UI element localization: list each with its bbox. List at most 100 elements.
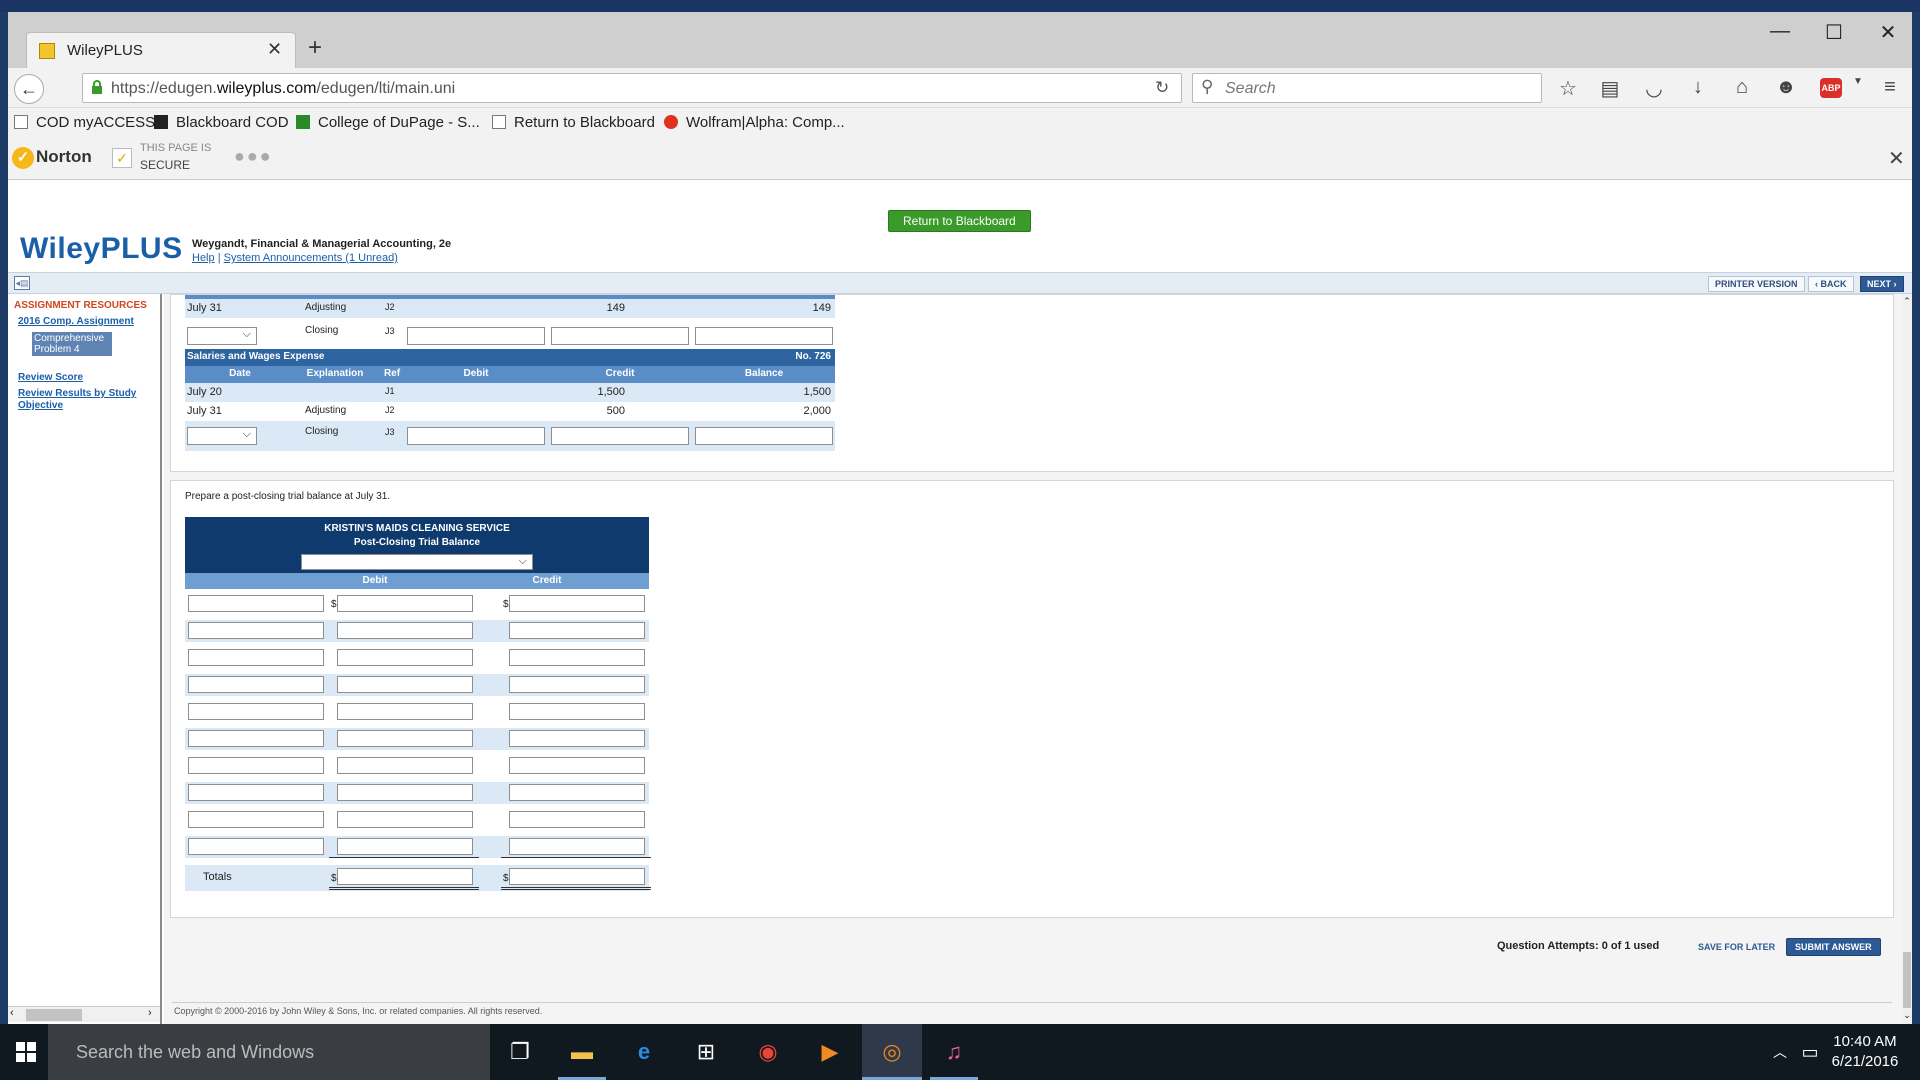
- back-button[interactable]: ‹ BACK: [1808, 276, 1854, 292]
- back-arrow-icon[interactable]: ←: [14, 74, 44, 104]
- next-button[interactable]: NEXT ›: [1860, 276, 1904, 292]
- debit-input[interactable]: [337, 757, 473, 774]
- return-to-blackboard-button[interactable]: Return to Blackboard: [888, 210, 1031, 232]
- browser-tab[interactable]: WileyPLUS ✕: [26, 32, 296, 68]
- minimize-icon[interactable]: —: [1760, 20, 1800, 43]
- credit-input[interactable]: [509, 649, 645, 666]
- bookmark-star-icon[interactable]: ☆: [1554, 76, 1582, 101]
- sidebar-horizontal-scrollbar[interactable]: ‹ ›: [8, 1006, 160, 1022]
- account-name-input[interactable]: [188, 838, 324, 855]
- chat-icon[interactable]: ☻: [1772, 76, 1800, 99]
- credit-input[interactable]: [509, 784, 645, 801]
- credit-input[interactable]: [509, 730, 645, 747]
- edge-icon[interactable]: e: [628, 1036, 660, 1068]
- bookmark-cod-myaccess[interactable]: COD myACCESS: [14, 114, 155, 131]
- review-score-link[interactable]: Review Score: [18, 372, 83, 383]
- store-icon[interactable]: ⊞: [690, 1036, 722, 1068]
- selected-problem-link[interactable]: Comprehensive Problem 4: [32, 332, 112, 356]
- account-name-input[interactable]: [188, 811, 324, 828]
- collapse-sidebar-icon[interactable]: ◂▤: [14, 276, 30, 290]
- norton-close-icon[interactable]: ✕: [1888, 146, 1905, 171]
- credit-input[interactable]: [509, 757, 645, 774]
- url-bar[interactable]: https://edugen.wileyplus.com/edugen/lti/…: [82, 73, 1182, 103]
- closing-balance-input[interactable]: [695, 427, 833, 445]
- total-debit-input[interactable]: [337, 868, 473, 885]
- debit-input[interactable]: [337, 622, 473, 639]
- scroll-up-icon[interactable]: ⌃: [1902, 296, 1912, 307]
- credit-input[interactable]: [509, 838, 645, 855]
- credit-input[interactable]: [509, 622, 645, 639]
- taskbar-search-input[interactable]: Search the web and Windows: [48, 1024, 490, 1080]
- account-name-input[interactable]: [188, 730, 324, 747]
- closing-balance-input[interactable]: [695, 327, 833, 345]
- closing-debit-input[interactable]: [407, 327, 545, 345]
- task-view-icon[interactable]: ❐: [504, 1036, 536, 1068]
- adblock-dropdown-icon[interactable]: ▼: [1844, 76, 1872, 87]
- home-icon[interactable]: ⌂: [1728, 76, 1756, 99]
- credit-input[interactable]: [509, 811, 645, 828]
- debit-input[interactable]: [337, 703, 473, 720]
- debit-input[interactable]: [337, 595, 473, 612]
- account-name-input[interactable]: [188, 703, 324, 720]
- scrollbar-thumb[interactable]: [1903, 952, 1911, 1008]
- closing-debit-input[interactable]: [407, 427, 545, 445]
- debit-input[interactable]: [337, 649, 473, 666]
- debit-input[interactable]: [337, 811, 473, 828]
- file-explorer-icon[interactable]: ▬: [566, 1036, 598, 1068]
- norton-more-icon[interactable]: ●●●: [234, 146, 273, 167]
- account-name-input[interactable]: [188, 676, 324, 693]
- closing-credit-input[interactable]: [551, 327, 689, 345]
- review-results-link[interactable]: Review Results by Study Objective: [18, 388, 148, 412]
- closing-credit-input[interactable]: [551, 427, 689, 445]
- statement-date-select[interactable]: ⌵: [301, 554, 533, 570]
- bookmark-blackboard-cod[interactable]: Blackboard COD: [154, 114, 289, 131]
- bookmark-college-of-dupage[interactable]: College of DuPage - S...: [296, 114, 480, 131]
- tab-close-icon[interactable]: ✕: [267, 39, 282, 60]
- submit-answer-button[interactable]: SUBMIT ANSWER: [1786, 938, 1881, 956]
- account-name-input[interactable]: [188, 649, 324, 666]
- account-name-input[interactable]: [188, 622, 324, 639]
- scrollbar-thumb[interactable]: [26, 1009, 82, 1021]
- credit-input[interactable]: [509, 595, 645, 612]
- closing-date-select[interactable]: ⌵: [187, 427, 257, 445]
- reload-icon[interactable]: ↻: [1155, 78, 1169, 98]
- closing-date-select[interactable]: ⌵: [187, 327, 257, 345]
- download-icon[interactable]: ↓: [1684, 76, 1712, 99]
- account-name-input[interactable]: [188, 784, 324, 801]
- debit-input[interactable]: [337, 784, 473, 801]
- credit-input[interactable]: [509, 703, 645, 720]
- pocket-icon[interactable]: ◡: [1640, 76, 1668, 101]
- adblock-icon[interactable]: ABP: [1820, 78, 1842, 98]
- help-link[interactable]: Help: [192, 252, 215, 264]
- new-tab-icon[interactable]: +: [308, 34, 322, 62]
- menu-icon[interactable]: ≡: [1876, 76, 1904, 99]
- account-name-input[interactable]: [188, 757, 324, 774]
- tray-chevron-up-icon[interactable]: ︿: [1764, 1036, 1796, 1068]
- bookmark-wolfram-alpha[interactable]: Wolfram|Alpha: Comp...: [664, 114, 845, 131]
- account-name-input[interactable]: [188, 595, 324, 612]
- search-input[interactable]: ⚲ Search: [1192, 73, 1542, 103]
- close-window-icon[interactable]: ✕: [1868, 20, 1908, 45]
- scroll-left-icon[interactable]: ‹: [10, 1007, 14, 1019]
- maximize-icon[interactable]: ☐: [1814, 20, 1854, 45]
- total-credit-input[interactable]: [509, 868, 645, 885]
- credit-input[interactable]: [509, 676, 645, 693]
- reading-list-icon[interactable]: ▤: [1596, 76, 1624, 101]
- debit-input[interactable]: [337, 838, 473, 855]
- scroll-right-icon[interactable]: ›: [148, 1007, 152, 1019]
- windows-start-icon[interactable]: [16, 1042, 36, 1062]
- firefox-icon[interactable]: ◎: [876, 1036, 908, 1068]
- announcements-link[interactable]: System Announcements (1 Unread): [224, 252, 398, 264]
- chrome-icon[interactable]: ◉: [752, 1036, 784, 1068]
- media-player-icon[interactable]: ▶: [814, 1036, 846, 1068]
- printer-version-button[interactable]: PRINTER VERSION: [1708, 276, 1805, 292]
- itunes-icon[interactable]: ♫: [938, 1036, 970, 1068]
- debit-input[interactable]: [337, 676, 473, 693]
- debit-input[interactable]: [337, 730, 473, 747]
- bookmark-return-to-blackboard[interactable]: Return to Blackboard: [492, 114, 655, 131]
- save-for-later-button[interactable]: SAVE FOR LATER: [1698, 942, 1775, 952]
- taskbar-clock[interactable]: 10:40 AM 6/21/2016: [1820, 1032, 1910, 1072]
- vertical-scrollbar[interactable]: ⌃ ⌄: [1902, 294, 1912, 1024]
- assignment-link[interactable]: 2016 Comp. Assignment: [18, 316, 134, 327]
- scroll-down-icon[interactable]: ⌄: [1902, 1010, 1912, 1021]
